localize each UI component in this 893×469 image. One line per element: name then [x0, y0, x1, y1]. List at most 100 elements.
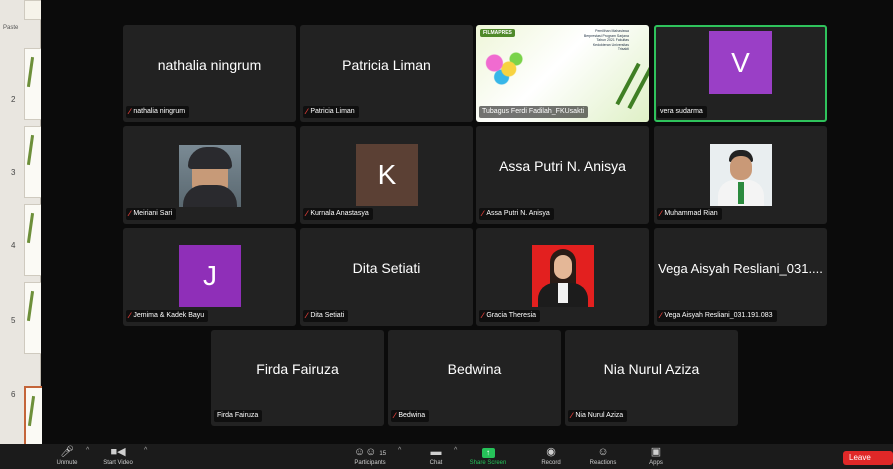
participant-name: Patricia Liman [310, 108, 355, 115]
muted-mic-icon: ∕ [394, 411, 396, 420]
participant-name-label: ∕ Gracia Theresia [479, 310, 541, 322]
avatar: K [356, 144, 418, 206]
muted-mic-icon: ∕ [306, 311, 308, 320]
participant-name: Kurnala Anastasya [310, 210, 369, 217]
participant-display-name: nathalia ningrum [157, 56, 262, 73]
participant-name-label: vera sudarma [657, 106, 707, 118]
participant-display-name: Assa Putri N. Anisya [499, 158, 626, 174]
participant-name-label: ∕ nathalia ningrum [126, 106, 190, 118]
leave-button[interactable]: Leave [843, 451, 893, 465]
muted-mic-icon: ∕ [306, 107, 308, 116]
muted-mic-icon: ∕ [129, 107, 131, 116]
start-video-button[interactable]: ■◀ Start Video [98, 446, 138, 467]
chat-label: Chat [429, 460, 443, 466]
participant-name: nathalia ningrum [133, 108, 186, 115]
slide-heading: Pemilihan Mahasiswa Berprestasi Program … [583, 29, 629, 51]
reactions-button[interactable]: ☺ Reactions [582, 446, 624, 467]
video-tile-dita[interactable]: Dita Setiati ∕ Dita Setiati [300, 228, 473, 326]
slide-number: 6 [11, 390, 16, 399]
video-tile-firda[interactable]: Firda Fairuza Firda Fairuza [211, 330, 384, 426]
avatar: J [179, 245, 241, 307]
video-tile-vera-active-speaker[interactable]: V vera sudarma [654, 25, 827, 122]
participant-name: Dita Setiati [310, 312, 345, 319]
participant-name: Jemima & Kadek Bayu [133, 312, 205, 319]
video-tile-vega[interactable]: Vega Aisyah Resliani_031.... ∕ Vega Aisy… [654, 228, 827, 326]
muted-mic-icon: ∕ [482, 209, 484, 218]
participants-options-caret[interactable]: ^ [398, 447, 401, 454]
chat-button[interactable]: ▬ Chat [424, 446, 448, 467]
participant-name: Bedwina [398, 412, 426, 419]
participant-display-name: Vega Aisyah Resliani_031.... [658, 260, 823, 276]
participant-name: Meiriani Sari [133, 210, 173, 217]
slide-number: 2 [11, 95, 16, 104]
video-tile-meiriani[interactable]: ∕ Meiriani Sari [123, 126, 296, 224]
participant-name: Nia Nurul Aziza [575, 412, 624, 419]
share-screen-label: Share Screen [469, 460, 507, 466]
participant-name: Gracia Theresia [486, 312, 537, 319]
unmute-button[interactable]: 🎤︎ Unmute [50, 446, 84, 467]
participant-name-label: ∕ Patricia Liman [303, 106, 359, 118]
slide-thumbnail-5[interactable] [24, 282, 41, 354]
slide-number: 3 [11, 168, 16, 177]
record-button[interactable]: ◉ Record [536, 446, 566, 467]
participant-name-label: ∕ Kurnala Anastasya [303, 208, 373, 220]
mic-muted-icon: 🎤︎ [60, 446, 74, 458]
slide-thumbnail-1[interactable] [24, 0, 41, 20]
video-tile-gracia[interactable]: ∕ Gracia Theresia [476, 228, 649, 326]
record-icon: ◉ [546, 446, 556, 458]
slide-thumbnail-4[interactable] [24, 204, 41, 276]
muted-mic-icon: ∕ [660, 209, 662, 218]
video-tile-assa[interactable]: Assa Putri N. Anisya ∕ Assa Putri N. Ani… [476, 126, 649, 224]
slide-number: 5 [11, 316, 16, 325]
participant-count: 15 [379, 451, 387, 457]
participant-name: Firda Fairuza [217, 412, 259, 419]
participant-name-label: Tubagus Ferdi Fadilah_FKUsakti [479, 106, 589, 118]
muted-mic-icon: ∕ [660, 311, 662, 320]
slide-logo: FILMAPRES [480, 29, 515, 37]
muted-mic-icon: ∕ [482, 311, 484, 320]
profile-photo [710, 144, 772, 206]
participant-name-label: ∕ Vega Aisyah Resliani_031.191.083 [657, 310, 777, 322]
video-tile-patricia[interactable]: Patricia Liman ∕ Patricia Liman [300, 25, 473, 122]
video-tile-nia[interactable]: Nia Nurul Aziza ∕ Nia Nurul Aziza [565, 330, 738, 426]
participant-name-label: ∕ Nia Nurul Aziza [568, 410, 628, 422]
participant-name: Vega Aisyah Resliani_031.191.083 [664, 312, 773, 319]
muted-mic-icon: ∕ [129, 209, 131, 218]
participant-name: Assa Putri N. Anisya [486, 210, 550, 217]
participant-name-label: ∕ Meiriani Sari [126, 208, 177, 220]
apps-icon: ▣ [650, 446, 662, 458]
video-tile-bedwina[interactable]: Bedwina ∕ Bedwina [388, 330, 561, 426]
slide-thumbnail-2[interactable] [24, 48, 41, 120]
slide-thumbnail-strip: Paste 2 3 4 5 6 [0, 0, 42, 469]
participant-display-name: Firda Fairuza [256, 361, 339, 377]
video-tile-jemima[interactable]: J ∕ Jemima & Kadek Bayu [123, 228, 296, 326]
video-options-caret[interactable]: ^ [144, 447, 147, 454]
audio-options-caret[interactable]: ^ [86, 447, 89, 454]
slide-thumbnail-3[interactable] [24, 126, 41, 198]
share-screen-button[interactable]: ↑ Share Screen [466, 446, 510, 467]
video-tile-kurnala[interactable]: K ∕ Kurnala Anastasya [300, 126, 473, 224]
participant-display-name: Dita Setiati [352, 260, 421, 276]
paste-label: Paste [3, 25, 19, 31]
chat-options-caret[interactable]: ^ [454, 447, 457, 454]
participant-name: vera sudarma [660, 108, 703, 115]
participants-button[interactable]: ☺☺ 15 Participants [346, 446, 394, 467]
record-label: Record [541, 460, 561, 466]
muted-mic-icon: ∕ [129, 311, 131, 320]
participant-name-label: ∕ Assa Putri N. Anisya [479, 208, 554, 220]
meeting-toolbar: 🎤︎ Unmute ^ ■◀ Start Video ^ ☺☺ 15 Parti… [0, 444, 893, 469]
participant-name-label: ∕ Muhammad Rian [657, 208, 722, 220]
share-screen-icon: ↑ [466, 446, 510, 459]
video-tile-nathalia[interactable]: nathalia ningrum ∕ nathalia ningrum [123, 25, 296, 122]
muted-mic-icon: ∕ [306, 209, 308, 218]
chat-icon: ▬ [430, 446, 442, 458]
reactions-icon: ☺ [597, 446, 609, 458]
unmute-label: Unmute [56, 460, 78, 466]
participants-icon: ☺☺ 15 [353, 446, 387, 458]
participant-name: Tubagus Ferdi Fadilah_FKUsakti [482, 108, 585, 115]
video-tile-rian[interactable]: ∕ Muhammad Rian [654, 126, 827, 224]
participant-name-label: Firda Fairuza [214, 410, 263, 422]
apps-button[interactable]: ▣ Apps [644, 446, 668, 467]
participant-display-name: Patricia Liman [342, 56, 431, 73]
video-tile-tubagus-screen-share[interactable]: FILMAPRES Pemilihan Mahasiswa Berprestas… [476, 25, 649, 122]
